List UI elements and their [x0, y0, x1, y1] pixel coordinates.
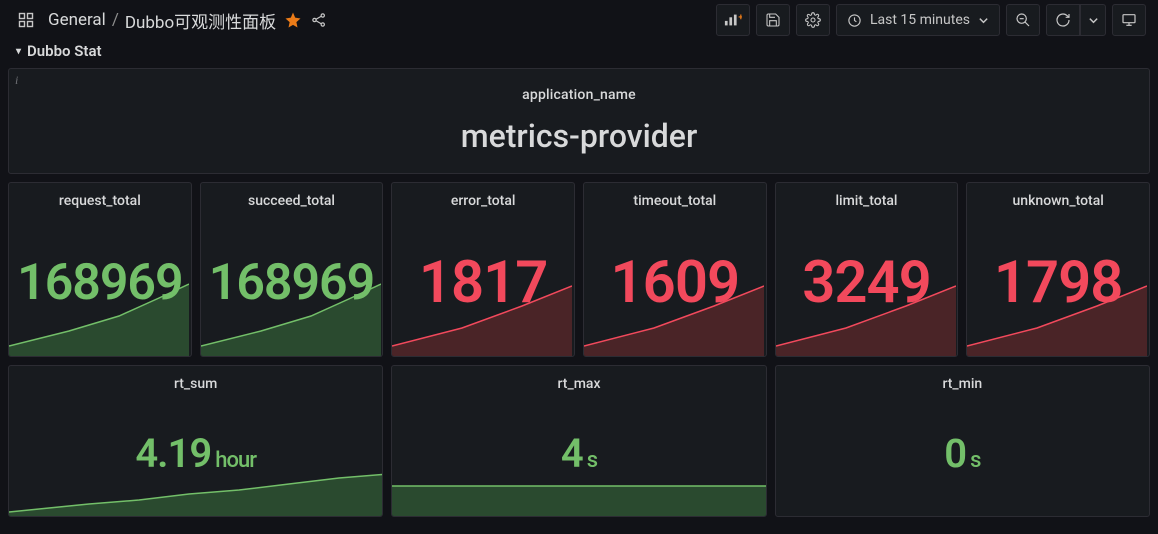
- panel-value: 1817: [419, 254, 548, 312]
- panel-rt-min[interactable]: rt_min 0s: [775, 365, 1150, 517]
- save-button[interactable]: [756, 4, 790, 36]
- star-icon[interactable]: [284, 11, 302, 29]
- panel-value: 3249: [802, 254, 931, 312]
- row-header[interactable]: ▾ Dubbo Stat: [0, 40, 1158, 64]
- share-icon[interactable]: [310, 11, 328, 29]
- panel-rt-sum[interactable]: rt_sum 4.19hour: [8, 365, 383, 517]
- panel-title: rt_sum: [9, 366, 382, 392]
- panel-timeout-total[interactable]: timeout_total 1609: [583, 182, 767, 357]
- panel-value: 168969: [17, 258, 182, 308]
- panel-value: 4s: [561, 434, 597, 474]
- dashboards-icon[interactable]: [12, 4, 40, 36]
- panel-succeed-total[interactable]: succeed_total 168969: [200, 182, 384, 357]
- refresh-interval-button[interactable]: [1080, 4, 1106, 36]
- topbar: General / Dubbo可观测性面板 + Last 15 minutes: [0, 0, 1158, 40]
- time-range-label: Last 15 minutes: [870, 12, 970, 28]
- svg-text:+: +: [738, 13, 742, 23]
- panel-value: 0s: [944, 434, 980, 474]
- stats-row-1: request_total 168969 succeed_total 16896…: [8, 182, 1150, 357]
- breadcrumb-separator: /: [112, 10, 119, 30]
- panel-value: 1609: [611, 254, 740, 312]
- breadcrumb: General / Dubbo可观测性面板: [48, 8, 276, 33]
- panel-title: rt_max: [392, 366, 765, 392]
- topbar-right: + Last 15 minutes: [716, 4, 1146, 36]
- panel-title: request_total: [9, 183, 191, 209]
- panel-value: 1798: [994, 254, 1123, 312]
- panel-unit: s: [970, 448, 980, 473]
- info-icon[interactable]: i: [15, 73, 18, 88]
- panel-unit: s: [587, 448, 597, 473]
- stats-row-rt: rt_sum 4.19hour rt_max 4s rt_min 0s: [8, 365, 1150, 517]
- panel-title: rt_min: [776, 366, 1149, 392]
- panel-title: unknown_total: [967, 183, 1149, 209]
- panel-title: limit_total: [776, 183, 958, 209]
- panel-unit: hour: [215, 448, 256, 473]
- panel-limit-total[interactable]: limit_total 3249: [775, 182, 959, 357]
- settings-button[interactable]: [796, 4, 830, 36]
- breadcrumb-folder[interactable]: General: [48, 10, 106, 30]
- topbar-left: General / Dubbo可观测性面板: [12, 4, 706, 36]
- panel-request-total[interactable]: request_total 168969: [8, 182, 192, 357]
- panel-value: metrics-provider: [461, 117, 698, 155]
- chevron-down-icon: [978, 15, 989, 26]
- panel-unknown-total[interactable]: unknown_total 1798: [966, 182, 1150, 357]
- panel-title: application_name: [522, 87, 636, 103]
- panel-title: error_total: [392, 183, 574, 209]
- panel-error-total[interactable]: error_total 1817: [391, 182, 575, 357]
- row-title: Dubbo Stat: [27, 42, 102, 60]
- panel-title: succeed_total: [201, 183, 383, 209]
- panel-rt-max[interactable]: rt_max 4s: [391, 365, 766, 517]
- breadcrumb-title[interactable]: Dubbo可观测性面板: [125, 8, 276, 33]
- time-range-picker[interactable]: Last 15 minutes: [836, 4, 1000, 36]
- panel-value: 168969: [209, 258, 374, 308]
- chevron-down-icon: [1088, 15, 1099, 26]
- zoom-out-button[interactable]: [1006, 4, 1040, 36]
- panel-title: timeout_total: [584, 183, 766, 209]
- refresh-button[interactable]: [1046, 4, 1080, 36]
- clock-icon: [847, 13, 862, 28]
- kiosk-button[interactable]: [1112, 4, 1146, 36]
- panel-application-name[interactable]: i application_name metrics-provider: [8, 68, 1150, 174]
- add-panel-button[interactable]: +: [716, 4, 750, 36]
- chevron-down-icon: ▾: [16, 46, 21, 57]
- panel-value: 4.19hour: [135, 434, 256, 474]
